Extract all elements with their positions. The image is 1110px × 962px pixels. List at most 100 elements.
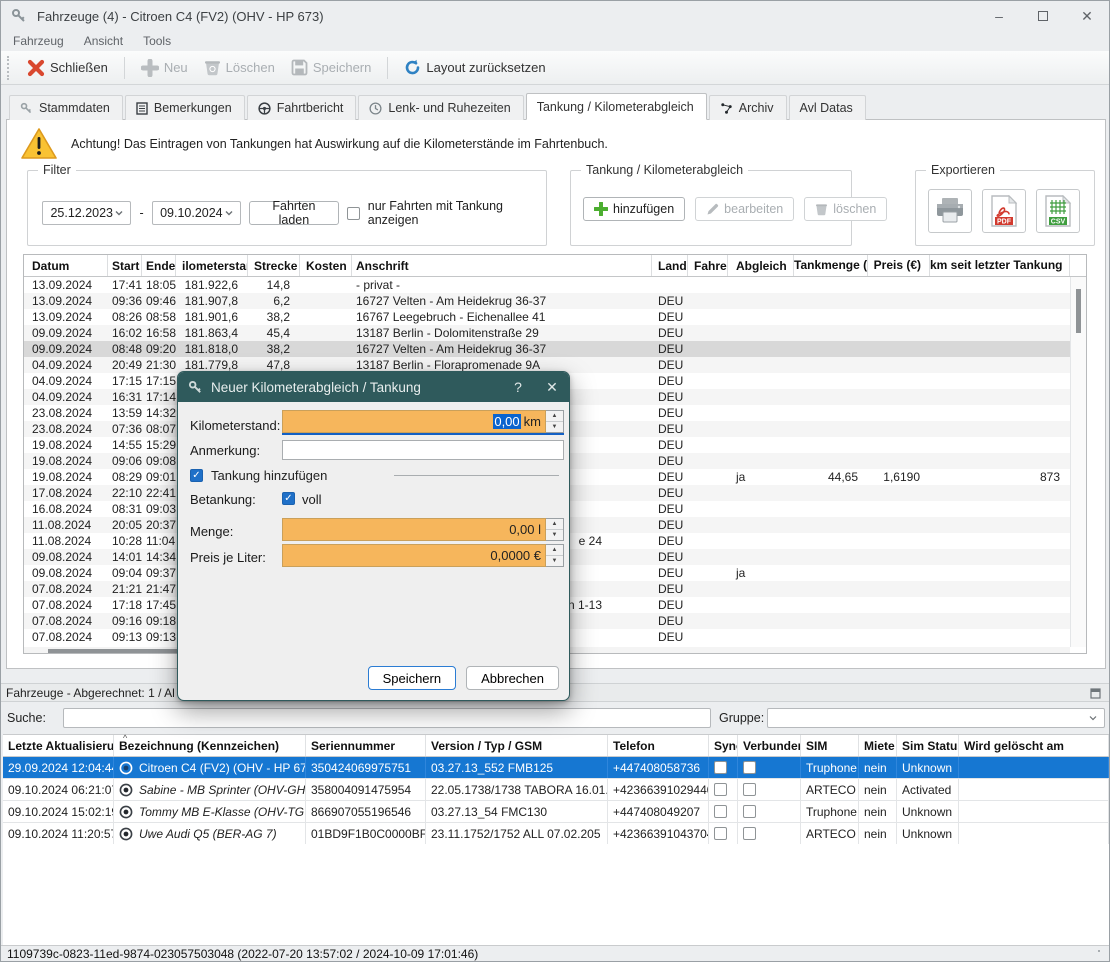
col-sync[interactable]: Sync [709,735,738,756]
toolbar-grip[interactable] [7,56,11,80]
tankung-checkbox[interactable]: ✓ [190,469,203,482]
sync-checkbox[interactable] [714,783,727,796]
col-abgleich[interactable]: Abgleich [728,255,794,276]
col-land[interactable]: Land [652,255,688,276]
trip-abgleich [728,421,794,437]
group-select[interactable] [767,708,1105,728]
sync-checkbox[interactable] [714,805,727,818]
col-letzte-aktualisierung[interactable]: Letzte Aktualisierung [3,735,114,756]
reset-layout-button[interactable]: Layout zurücksetzen [396,55,553,80]
col-fahrer[interactable]: Fahrer [688,255,728,276]
export-csv-button[interactable]: CSV [1036,189,1080,233]
date-to-select[interactable]: 09.10.2024 [152,201,241,225]
sync-checkbox[interactable] [714,827,727,840]
col-kilometerstand[interactable]: ilometerstand [176,255,248,276]
dock-icon[interactable] [1090,688,1101,699]
close-window-button[interactable]: ✕ [1065,1,1109,31]
voll-checkbox[interactable]: ✓ [282,492,295,505]
tab-tankung-kilometerabgleich[interactable]: Tankung / Kilometerabgleich [526,93,707,120]
dialog-title-bar[interactable]: Neuer Kilometerabgleich / Tankung ? ✕ [178,372,569,402]
col-start[interactable]: Start [108,255,142,276]
minimize-button[interactable]: – [977,1,1021,31]
anmerkung-input[interactable] [282,440,564,460]
col-sim[interactable]: SIM [801,735,859,756]
trip-row[interactable]: 13.09.2024 17:41 18:05 181.922,6 14,8 - … [24,277,1070,293]
verbunden-checkbox[interactable] [743,827,756,840]
scrollbar-thumb[interactable] [48,649,180,653]
col-strecke[interactable]: Strecke [248,255,300,276]
close-button[interactable]: Schließen [19,55,116,81]
col-anschrift[interactable]: Anschrift [352,255,652,276]
vehicle-row[interactable]: 09.10.2024 11:20:57 Uwe Audi Q5 (BER-AG … [3,823,1109,845]
save-button[interactable]: Speichern [283,55,380,80]
print-button[interactable] [928,189,972,233]
trip-row[interactable]: 13.09.2024 08:26 08:58 181.901,6 38,2 16… [24,309,1070,325]
preis-input[interactable]: 0,0000 € [282,544,546,567]
spin-down-icon[interactable]: ▼ [546,422,563,432]
menu-ansicht[interactable]: Ansicht [74,34,133,48]
only-tank-checkbox[interactable] [347,207,360,220]
col-tankmenge[interactable]: Tankmenge (l) [794,255,868,276]
delete-button[interactable]: Löschen [196,55,283,80]
col-datum[interactable]: Datum [24,255,108,276]
col-seriennummer[interactable]: Seriennummer [306,735,426,756]
dialog-save-button[interactable]: Speichern [368,666,457,690]
add-tankung-button[interactable]: hinzufügen [583,197,685,221]
col-sim-status[interactable]: Sim Status [897,735,959,756]
col-telefon[interactable]: Telefon [608,735,709,756]
tab-stammdaten[interactable]: Stammdaten [9,95,123,120]
vehicle-row[interactable]: 29.09.2024 12:04:44 Citroen C4 (FV2) (OH… [3,757,1109,779]
sync-checkbox[interactable] [714,761,727,774]
load-trips-button[interactable]: Fahrten laden [249,201,339,225]
col-preis[interactable]: Preis (€) [868,255,930,276]
tab-fahrtbericht[interactable]: Fahrtbericht [247,95,357,120]
col-kosten[interactable]: Kosten [300,255,352,276]
trips-table-header[interactable]: Datum Start Ende ilometerstand Strecke K… [24,255,1086,277]
col-km-seit-tankung[interactable]: km seit letzter Tankung [930,255,1070,276]
kilometerstand-spinner[interactable]: ▲▼ [546,410,564,433]
tab-lenk-ruhezeiten[interactable]: Lenk- und Ruhezeiten [358,95,523,120]
tab-archiv[interactable]: Archiv [709,95,787,120]
col-bezeichnung[interactable]: Bezeichnung (Kennzeichen) [114,735,306,756]
vehicles-table-header[interactable]: ^ Letzte Aktualisierung Bezeichnung (Ken… [3,735,1109,757]
dialog-help-button[interactable]: ? [501,379,535,395]
tab-avl-datas[interactable]: Avl Datas [789,95,866,120]
spin-up-icon[interactable]: ▲ [546,545,563,556]
maximize-button[interactable] [1021,1,1065,31]
menge-input[interactable]: 0,00 l [282,518,546,541]
new-button[interactable]: Neu [133,55,196,81]
preis-spinner[interactable]: ▲▼ [546,544,564,567]
search-input[interactable] [63,708,711,728]
verbunden-checkbox[interactable] [743,761,756,774]
col-ende[interactable]: Ende [142,255,176,276]
menu-fahrzeug[interactable]: Fahrzeug [3,34,74,48]
date-from-select[interactable]: 25.12.2023 [42,201,131,225]
col-wird-geloescht-am[interactable]: Wird gelöscht am [959,735,1109,756]
kilometerstand-input[interactable]: 0,00 km [282,410,546,433]
vertical-scrollbar[interactable] [1070,277,1086,647]
verbunden-checkbox[interactable] [743,783,756,796]
menge-spinner[interactable]: ▲▼ [546,518,564,541]
spin-down-icon[interactable]: ▼ [546,530,563,540]
vehicle-row[interactable]: 09.10.2024 15:02:19 Tommy MB E-Klasse (O… [3,801,1109,823]
export-pdf-button[interactable]: PDF [982,189,1026,233]
resize-grip[interactable] [1097,949,1107,959]
scrollbar-thumb[interactable] [1076,289,1081,333]
edit-tankung-button[interactable]: bearbeiten [695,197,794,221]
trip-row[interactable]: 09.09.2024 16:02 16:58 181.863,4 45,4 13… [24,325,1070,341]
dialog-close-button[interactable]: ✕ [535,379,569,396]
trip-row[interactable]: 13.09.2024 09:36 09:46 181.907,8 6,2 167… [24,293,1070,309]
verbunden-checkbox[interactable] [743,805,756,818]
spin-up-icon[interactable]: ▲ [546,519,563,530]
menu-tools[interactable]: Tools [133,34,181,48]
col-miete[interactable]: Miete [859,735,897,756]
spin-up-icon[interactable]: ▲ [546,411,563,422]
tab-bemerkungen[interactable]: Bemerkungen [125,95,245,120]
col-verbunden[interactable]: Verbunden [738,735,801,756]
spin-down-icon[interactable]: ▼ [546,556,563,566]
col-version-typ-gsm[interactable]: Version / Typ / GSM [426,735,608,756]
vehicle-row[interactable]: 09.10.2024 06:21:07 Sabine - MB Sprinter… [3,779,1109,801]
dialog-cancel-button[interactable]: Abbrechen [466,666,559,690]
delete-tankung-button[interactable]: löschen [804,197,887,221]
trip-row[interactable]: 09.09.2024 08:48 09:20 181.818,0 38,2 16… [24,341,1070,357]
